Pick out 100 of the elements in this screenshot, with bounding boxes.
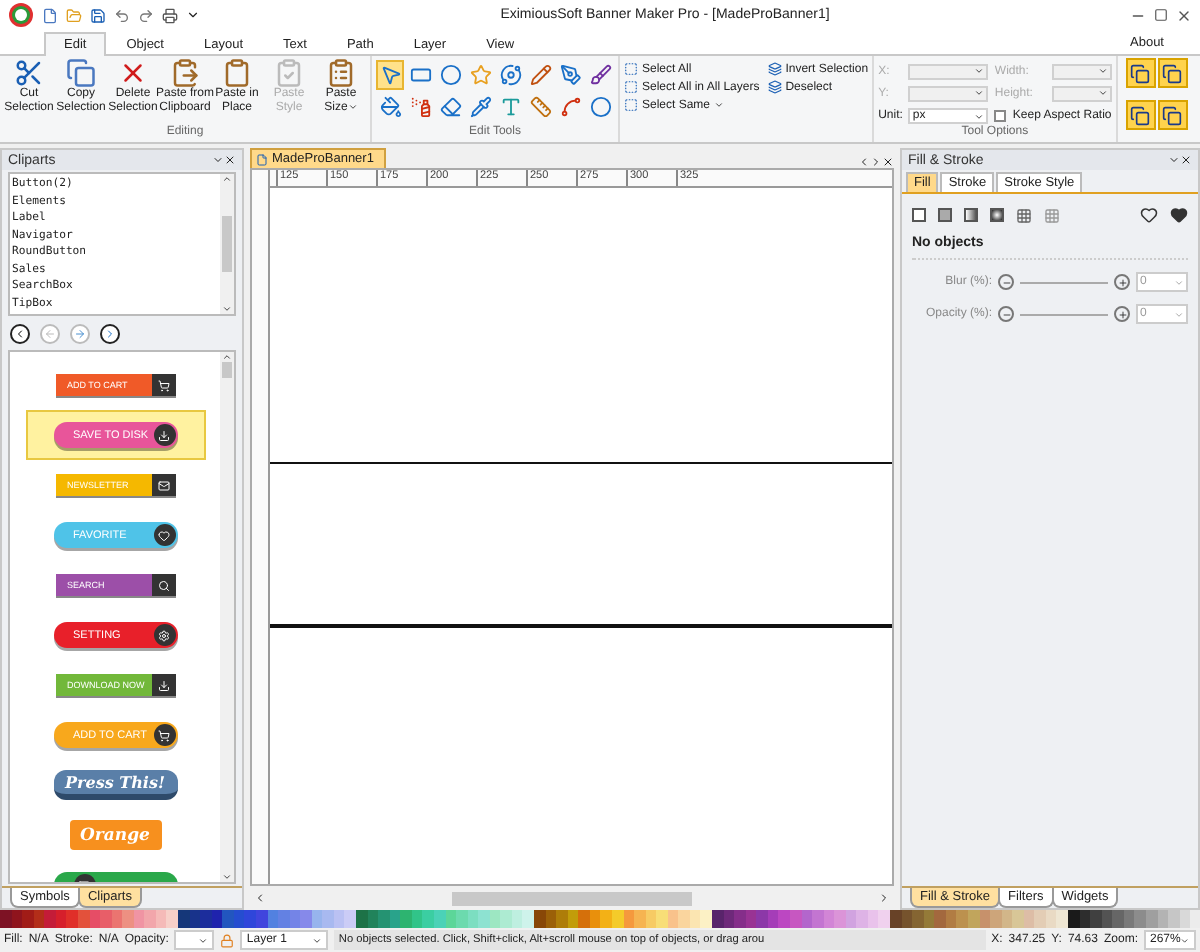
align-icon [1162,63,1183,83]
scrollbar[interactable] [220,174,234,314]
swatch-icon[interactable] [1044,207,1060,223]
selection-icon [767,62,782,76]
align-button[interactable] [1125,58,1156,88]
heart-icon[interactable] [1170,206,1188,224]
radial-gradient-icon[interactable] [990,208,1004,222]
scroll-thumb[interactable] [222,362,232,378]
width-input[interactable] [1051,63,1112,80]
caret-icon [974,111,985,122]
spinner-icon [198,935,209,945]
orbit-icon [499,64,521,86]
tool-button[interactable] [586,60,614,90]
document-icon [256,153,268,165]
y-input[interactable] [908,85,989,102]
tool-button[interactable] [436,92,464,122]
scroll-up-icon[interactable] [222,352,232,362]
arrow-left-icon [44,327,56,339]
save-icon[interactable] [90,7,106,23]
last-page-button[interactable] [100,323,120,343]
close-icon[interactable] [882,156,894,168]
circle-icon [589,96,611,118]
scroll-down-icon[interactable] [222,872,232,882]
clipboard-icon [222,58,252,88]
brush-icon [589,64,611,86]
open-folder-icon[interactable] [66,7,82,23]
scrollbar[interactable] [220,352,234,882]
decrease-icon[interactable] [998,306,1014,322]
connector-icon [559,96,581,118]
clipboard-icon [170,58,200,88]
decrease-icon[interactable] [998,274,1014,290]
increase-icon[interactable] [1114,306,1130,322]
delete-icon [118,58,148,88]
scroll-right-icon[interactable] [878,892,890,904]
pencil-icon [529,64,551,86]
chevron-right-icon [104,327,116,339]
close-icon[interactable] [1176,7,1192,23]
clipart-symbol-icon [158,529,170,541]
selection-icon [767,80,782,94]
flat-color-icon[interactable] [938,208,952,222]
chevron-left-icon [14,327,26,339]
x-input[interactable] [908,63,989,80]
redo-icon[interactable] [138,7,154,23]
tool-button[interactable] [376,60,404,90]
scroll-up-icon[interactable] [222,174,232,184]
align-button[interactable] [1157,100,1188,130]
height-input[interactable] [1051,85,1112,102]
first-page-button[interactable] [10,323,30,343]
opacity-input[interactable] [174,930,215,950]
align-button[interactable] [1157,58,1188,88]
ellipse-icon [439,64,461,86]
spinner-icon [1180,935,1190,945]
new-file-icon[interactable] [42,7,58,23]
color-palette[interactable] [0,910,1200,928]
tool-button[interactable] [436,60,464,90]
lock-icon[interactable] [220,933,235,947]
customize-caret-icon[interactable] [186,8,200,22]
clipart-item[interactable]: Press This! [25,760,205,810]
tool-button[interactable] [556,92,584,122]
tool-button[interactable] [526,60,554,90]
tool-button[interactable] [526,92,554,122]
paint-bucket-icon [379,96,401,118]
keep-aspect-checkbox[interactable] [994,110,1007,123]
copy-icon [66,58,96,88]
tool-button[interactable] [466,92,494,122]
pointer-icon [379,64,401,86]
no-paint-icon[interactable] [912,208,926,222]
clipart-symbol-icon [157,579,169,591]
clipart-symbol-icon [157,679,169,691]
close-icon[interactable] [1180,154,1192,166]
ruler-icon [529,96,551,118]
scroll-left-icon[interactable] [254,892,266,904]
clipboard-icon [274,58,304,88]
align-icon [1162,105,1183,125]
clipboard-icon [326,58,356,88]
heart-outline-icon[interactable] [1140,206,1158,224]
tool-button[interactable] [556,60,584,90]
selection-icon [624,80,638,94]
linear-gradient-icon[interactable] [964,208,978,222]
align-icon [1130,63,1151,83]
rectangle-icon [409,64,431,86]
arrow-right-icon [74,327,86,339]
pattern-icon[interactable] [1016,207,1032,223]
spinner-icon [1174,277,1184,287]
close-icon[interactable] [224,154,236,166]
clipart-button[interactable]: Press This! [53,770,177,800]
tool-button[interactable] [496,60,524,90]
tool-button[interactable] [406,92,434,122]
scroll-left-icon[interactable] [858,156,870,168]
align-button[interactable] [1125,100,1156,130]
spinner-icon [1174,309,1184,319]
tool-button[interactable] [586,92,614,122]
increase-icon[interactable] [1114,274,1130,290]
selection-icon [624,62,638,76]
printer-icon[interactable] [162,7,178,23]
maximize-icon[interactable] [1154,8,1168,22]
undo-icon[interactable] [114,7,130,23]
scroll-down-icon[interactable] [222,304,232,314]
tool-button[interactable] [376,92,404,122]
caret-icon [312,935,323,945]
